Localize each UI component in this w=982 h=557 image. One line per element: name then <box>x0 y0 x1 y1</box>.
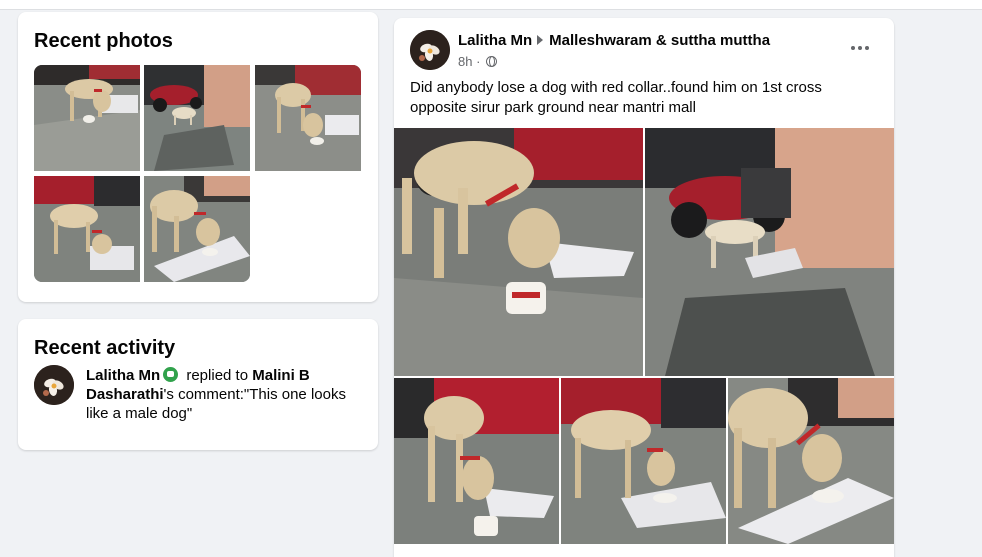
photo-thumbnail[interactable] <box>34 65 140 171</box>
post-timestamp[interactable]: 8h · <box>458 54 480 69</box>
dog-photo-icon <box>394 378 559 544</box>
more-options-button[interactable] <box>842 36 878 60</box>
dot-icon <box>858 46 862 50</box>
messenger-badge-icon <box>163 367 179 382</box>
dog-photo-icon <box>561 378 726 544</box>
dog-photo-icon <box>255 65 361 171</box>
dog-photo-icon <box>34 65 140 171</box>
photo-thumbnail[interactable] <box>144 176 250 282</box>
post-photo[interactable] <box>394 128 643 376</box>
post-meta: 8h · <box>458 54 498 69</box>
recent-photos-card: Recent photos <box>18 12 378 302</box>
dot-icon <box>851 46 855 50</box>
dog-photo-icon <box>394 128 643 376</box>
recent-activity-card: Recent activity Lalitha Mn replied to Ma… <box>18 319 378 450</box>
avatar[interactable] <box>34 365 74 405</box>
photo-grid <box>34 65 362 283</box>
globe-icon <box>486 56 498 67</box>
dog-photo-icon <box>728 378 894 544</box>
dog-photo-icon <box>34 176 140 282</box>
post-photo[interactable] <box>561 378 726 544</box>
recent-activity-title: Recent activity <box>34 337 176 359</box>
avatar[interactable] <box>410 30 450 70</box>
group-post-card: Lalitha Mn Malleshwaram & suttha muttha 8… <box>394 18 894 557</box>
activity-description: Lalitha Mn replied to Malini B Dasharath… <box>86 366 356 423</box>
post-photo[interactable] <box>728 378 894 544</box>
dot-icon <box>865 46 869 50</box>
photo-thumbnail[interactable] <box>255 65 361 171</box>
post-photo[interactable] <box>394 378 559 544</box>
post-header: Lalitha Mn Malleshwaram & suttha muttha <box>458 32 770 49</box>
top-navigation-strip <box>0 0 982 10</box>
dog-photo-icon <box>645 128 894 376</box>
flower-avatar-icon <box>410 30 450 70</box>
flower-avatar-icon <box>34 365 74 405</box>
post-author-link[interactable]: Lalitha Mn <box>458 32 532 49</box>
photo-thumbnail[interactable] <box>144 65 250 171</box>
post-body-text: Did anybody lose a dog with red collar..… <box>410 79 822 116</box>
dog-photo-icon <box>144 65 250 171</box>
recent-photos-title: Recent photos <box>34 30 173 52</box>
caret-right-icon <box>537 35 544 45</box>
post-photo[interactable] <box>645 128 894 376</box>
activity-action: replied to <box>186 367 249 384</box>
post-group-link[interactable]: Malleshwaram & suttha muttha <box>549 32 770 49</box>
photo-thumbnail[interactable] <box>34 176 140 282</box>
activity-actor-link[interactable]: Lalitha Mn <box>86 367 160 384</box>
dog-photo-icon <box>144 176 250 282</box>
